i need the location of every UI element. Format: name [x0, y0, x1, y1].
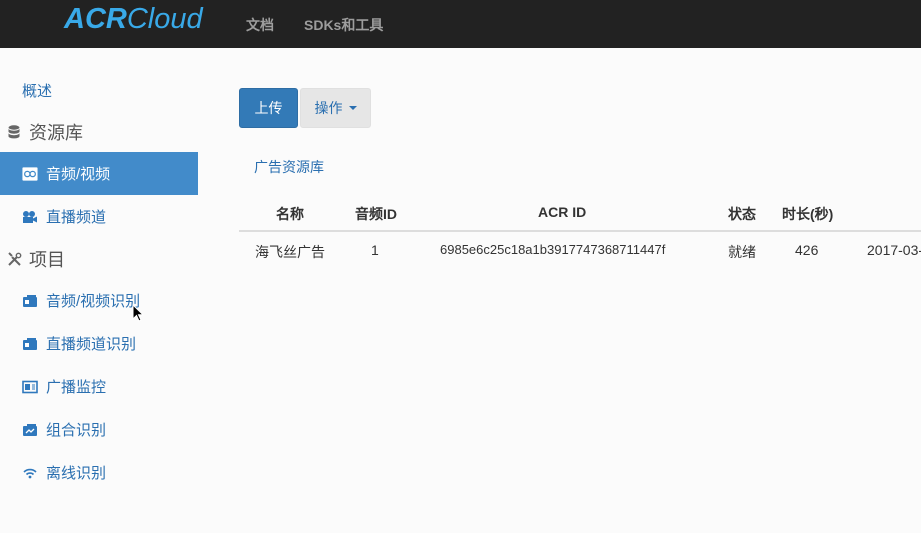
folder-icon	[22, 337, 38, 351]
sidebar-item-av-recognition[interactable]: 音频/视频识别	[0, 279, 198, 322]
sidebar-item-combined-recognition[interactable]: 组合识别	[0, 408, 198, 451]
sidebar-heading-label: 项目	[29, 250, 65, 270]
breadcrumb[interactable]: 广告资源库	[254, 157, 324, 177]
top-navbar: ACRCloud 文档 SDKs和工具	[0, 0, 921, 48]
logo-bold-text: ACR	[64, 3, 127, 35]
sidebar-item-label: 直播频道	[46, 209, 107, 226]
logo-light-text: Cloud	[126, 3, 203, 35]
column-header-audio-id[interactable]: 音频ID	[355, 204, 397, 224]
column-header-name[interactable]: 名称	[276, 204, 304, 224]
cell-date: 2017-03-	[867, 242, 921, 258]
sidebar-item-label: 直播频道识别	[46, 336, 137, 353]
sidebar-item-live-recognition[interactable]: 直播频道识别	[0, 322, 198, 365]
sidebar-item-label: 概述	[22, 83, 53, 100]
sidebar-item-offline-recognition[interactable]: 离线识别	[0, 451, 198, 494]
tools-icon	[6, 251, 22, 267]
cell-audio-id: 1	[371, 242, 379, 258]
sidebar-heading-label: 资源库	[29, 123, 83, 143]
column-header-duration[interactable]: 时长(秒)	[782, 204, 833, 224]
wifi-icon	[22, 466, 38, 480]
sidebar-heading-projects: 项目	[0, 239, 198, 279]
nav-docs-link[interactable]: 文档	[246, 15, 274, 35]
sidebar-item-live-channel[interactable]: 直播频道	[0, 195, 198, 238]
sidebar-item-overview[interactable]: 概述	[0, 69, 198, 112]
cell-duration: 426	[795, 242, 819, 258]
sidebar-item-label: 音频/视频识别	[46, 293, 141, 310]
sidebar-item-label: 音频/视频	[46, 166, 111, 183]
folder-icon	[22, 423, 38, 437]
folder-icon	[22, 294, 38, 308]
media-icon	[22, 166, 38, 181]
actions-dropdown-button[interactable]: 操作	[300, 88, 371, 128]
table-header-divider	[239, 230, 921, 232]
actions-dropdown-label: 操作	[314, 100, 343, 116]
caret-down-icon	[348, 106, 357, 110]
column-header-acr-id[interactable]: ACR ID	[538, 204, 586, 220]
database-icon	[6, 125, 22, 139]
sidebar-item-broadcast-monitoring[interactable]: 广播监控	[0, 365, 198, 408]
sidebar-item-label: 广播监控	[46, 379, 107, 396]
mouse-cursor-icon	[132, 303, 145, 327]
sidebar-item-label: 组合识别	[46, 422, 107, 439]
acrcloud-logo[interactable]: ACRCloud	[64, 3, 203, 36]
nav-sdks-link[interactable]: SDKs和工具	[304, 15, 383, 35]
cell-name[interactable]: 海飞丝广告	[255, 242, 325, 262]
sidebar-item-label: 离线识别	[46, 465, 107, 482]
sidebar-heading-resources: 资源库	[0, 112, 198, 152]
cell-acr-id: 6985e6c25c18a1b3917747368711447f	[440, 242, 666, 257]
cell-status: 就绪	[728, 244, 756, 260]
sidebar: 概述 资源库 音频/视频 直播频道 项目 音频/视频识别 直播频道识别 广播监控…	[0, 48, 198, 533]
sidebar-item-audio-video[interactable]: 音频/视频	[0, 152, 198, 195]
monitor-icon	[22, 380, 38, 394]
column-header-status[interactable]: 状态	[728, 204, 756, 224]
upload-button[interactable]: 上传	[239, 88, 298, 128]
camera-icon	[22, 210, 38, 224]
